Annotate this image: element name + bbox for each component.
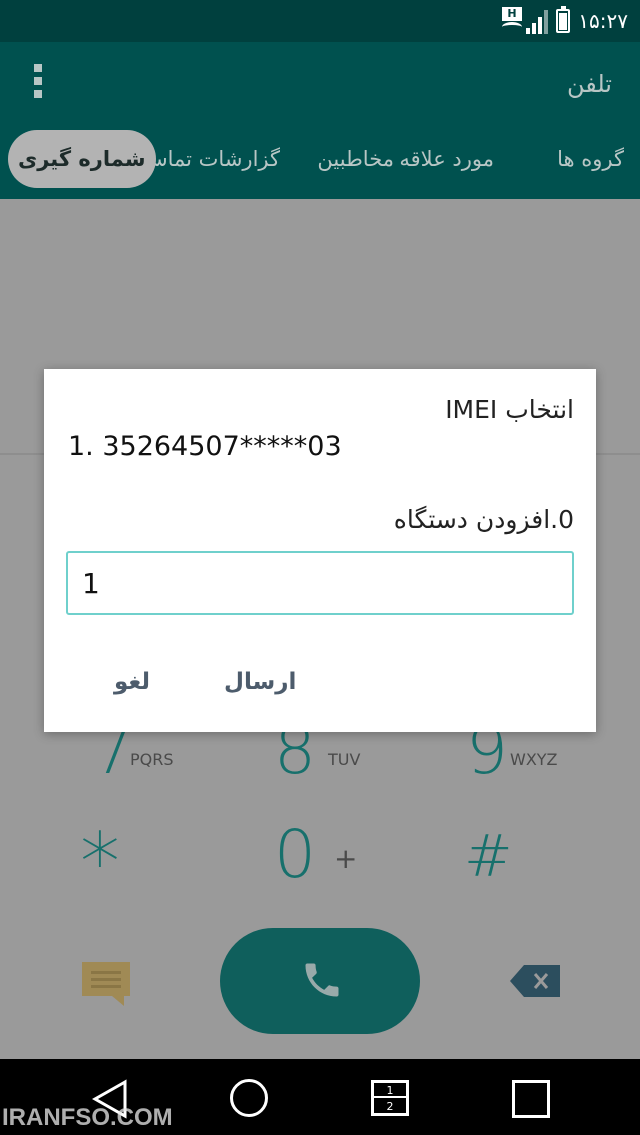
tab-groups[interactable]: گروه ها: [557, 130, 624, 188]
data-activity-icon: [502, 22, 522, 32]
overflow-menu-icon[interactable]: [34, 64, 42, 100]
tab-contacts[interactable]: مخاطبین: [317, 130, 394, 188]
add-device-option: 0.افزودن دستگاه: [393, 505, 574, 534]
dial-key-0[interactable]: 0 +: [272, 812, 382, 902]
cancel-button[interactable]: لغو: [114, 669, 150, 695]
status-bar: H ۱۵:۲۷: [0, 0, 640, 42]
battery-icon: [556, 6, 570, 33]
watermark: IRANFSO.COM: [2, 1104, 173, 1131]
dial-key-8[interactable]: 8 TUV: [272, 712, 392, 792]
app-bar: تلفن گروه ها مورد علاقه مخاطبین گزارشات …: [0, 42, 640, 199]
call-button[interactable]: [220, 928, 420, 1034]
tab-bar: گروه ها مورد علاقه مخاطبین گزارشات تماس …: [0, 130, 640, 190]
imei-dialog: انتخاب IMEI 1. 35264507*****03 0.افزودن …: [44, 369, 596, 732]
selection-input[interactable]: [66, 551, 574, 615]
status-time: ۱۵:۲۷: [578, 9, 628, 33]
imei-option: 1. 35264507*****03: [68, 431, 342, 462]
dial-key-9[interactable]: 9 WXYZ: [464, 712, 584, 792]
dialog-title: انتخاب IMEI: [445, 395, 574, 424]
tab-favorites[interactable]: مورد علاقه: [399, 130, 494, 188]
hd-network-badge: H: [502, 7, 522, 21]
tab-call-log[interactable]: گزارشات تماس: [142, 130, 280, 188]
tab-dialer[interactable]: شماره گیری: [8, 130, 156, 188]
send-button[interactable]: ارسال: [224, 669, 296, 695]
dual-window-icon[interactable]: 1 2: [371, 1080, 409, 1116]
app-title: تلفن: [566, 70, 612, 98]
dial-key-hash[interactable]: #: [464, 812, 544, 902]
message-icon[interactable]: [82, 962, 130, 1006]
phone-icon: [305, 963, 339, 997]
home-icon[interactable]: [230, 1079, 268, 1117]
dial-key-star[interactable]: *: [76, 812, 156, 909]
backspace-icon[interactable]: [510, 965, 560, 997]
signal-icon: [526, 10, 548, 34]
recent-apps-icon[interactable]: [512, 1080, 550, 1118]
dial-key-7[interactable]: 7 PQRS: [86, 712, 206, 792]
